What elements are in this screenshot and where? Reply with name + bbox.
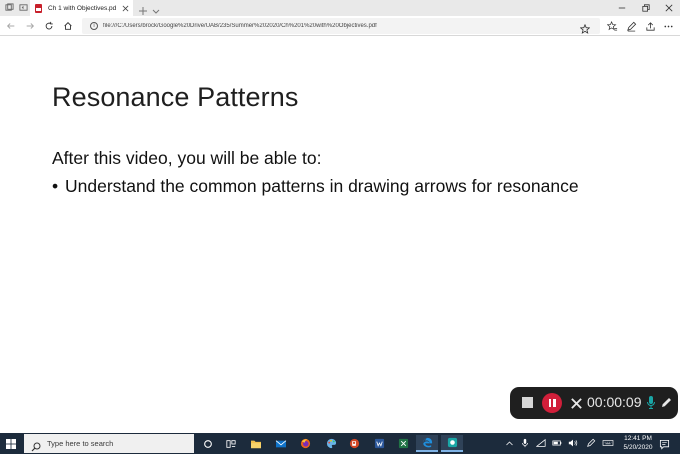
network-icon[interactable] bbox=[535, 437, 547, 449]
powerpoint-icon[interactable] bbox=[343, 435, 365, 452]
notification-center-icon[interactable] bbox=[659, 437, 671, 450]
taskbar-search[interactable] bbox=[24, 434, 194, 453]
firefox-icon[interactable] bbox=[294, 435, 316, 452]
favorite-star-icon[interactable] bbox=[579, 21, 591, 34]
mail-icon[interactable] bbox=[270, 435, 292, 452]
pdf-file-icon bbox=[35, 3, 42, 13]
clock-date: 5/20/2020 bbox=[623, 443, 653, 451]
pause-icon bbox=[548, 399, 551, 407]
search-icon bbox=[31, 439, 41, 451]
bullet-text: Understand the common patterns in drawin… bbox=[65, 176, 579, 196]
tab-title: Ch 1 with Objectives.pd bbox=[48, 4, 117, 12]
pause-recording-button[interactable] bbox=[542, 393, 562, 413]
slide-bullet: • Understand the common patterns in draw… bbox=[52, 176, 579, 197]
home-icon[interactable] bbox=[62, 20, 74, 32]
slide-title: Resonance Patterns bbox=[52, 82, 299, 112]
share-icon[interactable] bbox=[644, 20, 656, 32]
minimize-icon[interactable] bbox=[612, 0, 632, 16]
chevron-down-icon[interactable] bbox=[151, 3, 161, 14]
task-view-icon[interactable] bbox=[220, 435, 242, 452]
address-bar[interactable]: i file:///C:/Users/brock/Google%20Drive/… bbox=[82, 18, 600, 34]
cancel-recording-icon[interactable] bbox=[569, 396, 583, 410]
windows-start-icon[interactable] bbox=[0, 433, 22, 454]
tab-active[interactable]: Ch 1 with Objectives.pd bbox=[30, 0, 133, 16]
browser-toolbar: i file:///C:/Users/brock/Google%20Drive/… bbox=[0, 16, 680, 36]
address-url[interactable]: file:///C:/Users/brock/Google%20Drive/UA… bbox=[103, 23, 377, 29]
back-arrow-icon[interactable] bbox=[5, 20, 17, 32]
tab-actions-icon[interactable] bbox=[4, 2, 15, 13]
pen-icon[interactable] bbox=[625, 20, 637, 32]
file-explorer-icon[interactable] bbox=[245, 435, 267, 452]
forward-arrow-icon[interactable] bbox=[24, 20, 36, 32]
stop-recording-button[interactable] bbox=[522, 397, 533, 408]
slide-intro: After this video, you will be able to: bbox=[52, 148, 322, 168]
cortana-icon[interactable] bbox=[197, 435, 219, 452]
bullet-marker: • bbox=[52, 176, 59, 196]
close-window-icon[interactable] bbox=[659, 0, 679, 16]
new-tab-icon[interactable] bbox=[138, 3, 148, 15]
refresh-icon[interactable] bbox=[43, 20, 55, 32]
paint-icon[interactable] bbox=[320, 435, 342, 452]
system-clock[interactable]: 12:41 PM 5/20/2020 bbox=[618, 435, 658, 452]
search-input[interactable] bbox=[47, 439, 187, 448]
volume-icon[interactable] bbox=[567, 437, 579, 449]
taskbar: 12:41 PM 5/20/2020 bbox=[0, 433, 680, 454]
tab-close-icon[interactable] bbox=[121, 4, 129, 12]
microphone-icon[interactable] bbox=[646, 395, 656, 410]
microphone-tray-icon[interactable] bbox=[519, 437, 531, 449]
edge-icon[interactable] bbox=[416, 435, 438, 452]
word-icon[interactable] bbox=[368, 435, 390, 452]
clock-time: 12:41 PM bbox=[624, 435, 652, 442]
recorder-toolbar: 00:00:09 bbox=[510, 387, 678, 419]
pen-workspace-icon[interactable] bbox=[585, 437, 597, 449]
restore-icon[interactable] bbox=[636, 0, 656, 16]
battery-icon[interactable] bbox=[551, 437, 563, 449]
keyboard-icon[interactable] bbox=[602, 437, 614, 449]
set-tabs-aside-icon[interactable] bbox=[18, 2, 29, 13]
pen-icon[interactable] bbox=[660, 396, 672, 409]
more-options-icon[interactable] bbox=[662, 20, 674, 32]
recording-timer: 00:00:09 bbox=[587, 394, 642, 410]
browser-tab-strip: Ch 1 with Objectives.pd bbox=[0, 0, 680, 16]
chevron-up-icon[interactable] bbox=[503, 437, 515, 449]
info-icon[interactable]: i bbox=[90, 22, 98, 30]
excel-icon[interactable] bbox=[392, 435, 414, 452]
favorites-icon[interactable] bbox=[606, 20, 618, 32]
screen-recorder-icon[interactable] bbox=[441, 435, 463, 452]
